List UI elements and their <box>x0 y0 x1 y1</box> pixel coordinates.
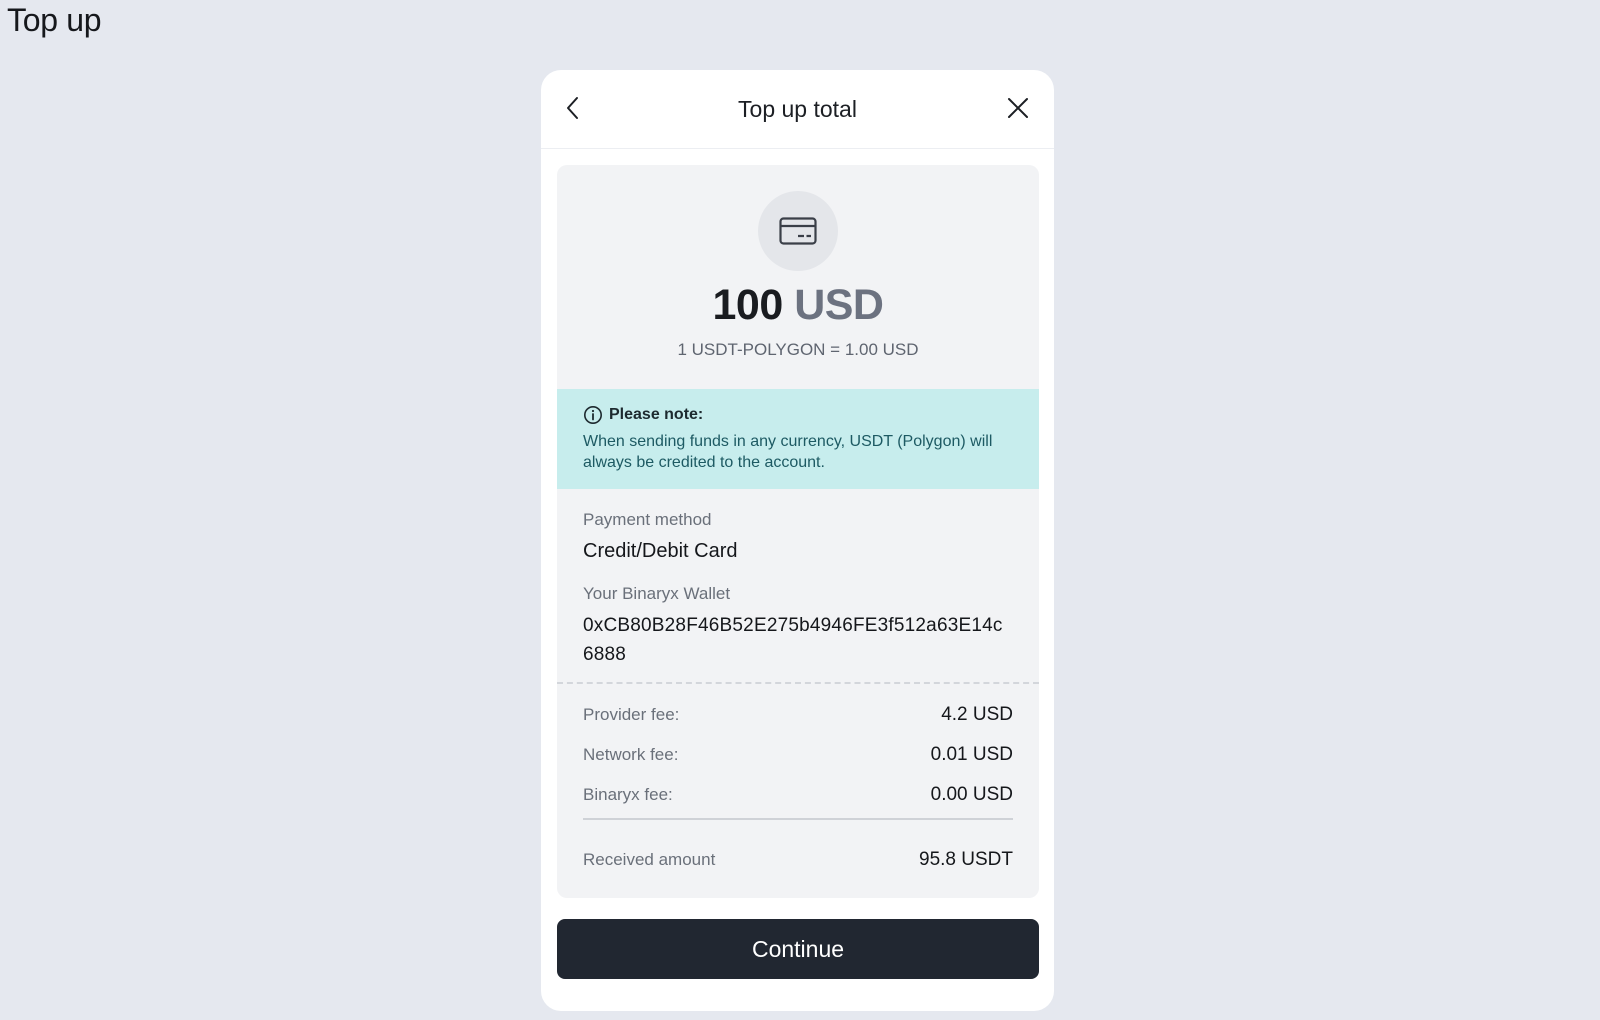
chevron-left-icon <box>567 97 578 119</box>
close-icon <box>1008 98 1028 118</box>
fee-label: Network fee: <box>583 745 679 764</box>
received-row: Received amount 95.8 USDT <box>583 847 1013 873</box>
credit-card-icon <box>779 217 817 245</box>
payment-method-label: Payment method <box>583 510 712 529</box>
amount-value: 100 <box>712 281 784 329</box>
exchange-rate: 1 USDT-POLYGON = 1.00 USD <box>677 340 919 359</box>
fee-label: Binaryx fee: <box>583 785 673 804</box>
notice-title-row: Please note: <box>583 405 1013 425</box>
amount-currency: USD <box>794 281 884 329</box>
notice-title: Please note: <box>609 406 704 423</box>
fee-row: Provider fee: 4.2 USD <box>583 702 1013 728</box>
received-label: Received amount <box>583 850 716 869</box>
top-up-modal: Top up total 100 USD 1 USDT-POLYGON = 1.… <box>541 70 1054 1011</box>
payment-icon-badge <box>758 191 838 271</box>
wallet-address: 0xCB80B28F46B52E275b4946FE3f512a63E14c68… <box>583 615 1003 665</box>
fee-value: 0.01 USD <box>930 744 1013 765</box>
fee-value: 4.2 USD <box>941 704 1013 725</box>
modal-header: Top up total <box>541 70 1054 149</box>
fee-row: Binaryx fee: 0.00 USD <box>583 782 1013 808</box>
fee-value: 0.00 USD <box>930 784 1013 805</box>
page-title: Top up <box>7 2 102 38</box>
total-divider <box>583 818 1013 820</box>
close-button[interactable] <box>1002 92 1034 124</box>
received-value: 95.8 USDT <box>919 849 1013 870</box>
wallet-label: Your Binaryx Wallet <box>583 584 731 603</box>
fee-label: Provider fee: <box>583 705 680 724</box>
continue-button[interactable]: Continue <box>557 919 1039 979</box>
notice-text: When sending funds in any currency, USDT… <box>583 433 993 471</box>
payment-method-value: Credit/Debit Card <box>583 540 738 562</box>
modal-title: Top up total <box>738 95 857 122</box>
back-button[interactable] <box>557 92 589 124</box>
top-up-amount: 100 USD <box>557 281 1039 330</box>
dashed-divider <box>557 682 1039 684</box>
info-icon <box>584 406 602 424</box>
notice-banner: Please note: When sending funds in any c… <box>557 389 1039 489</box>
summary-card: 100 USD 1 USDT-POLYGON = 1.00 USD Please… <box>557 165 1039 898</box>
fee-row: Network fee: 0.01 USD <box>583 742 1013 768</box>
